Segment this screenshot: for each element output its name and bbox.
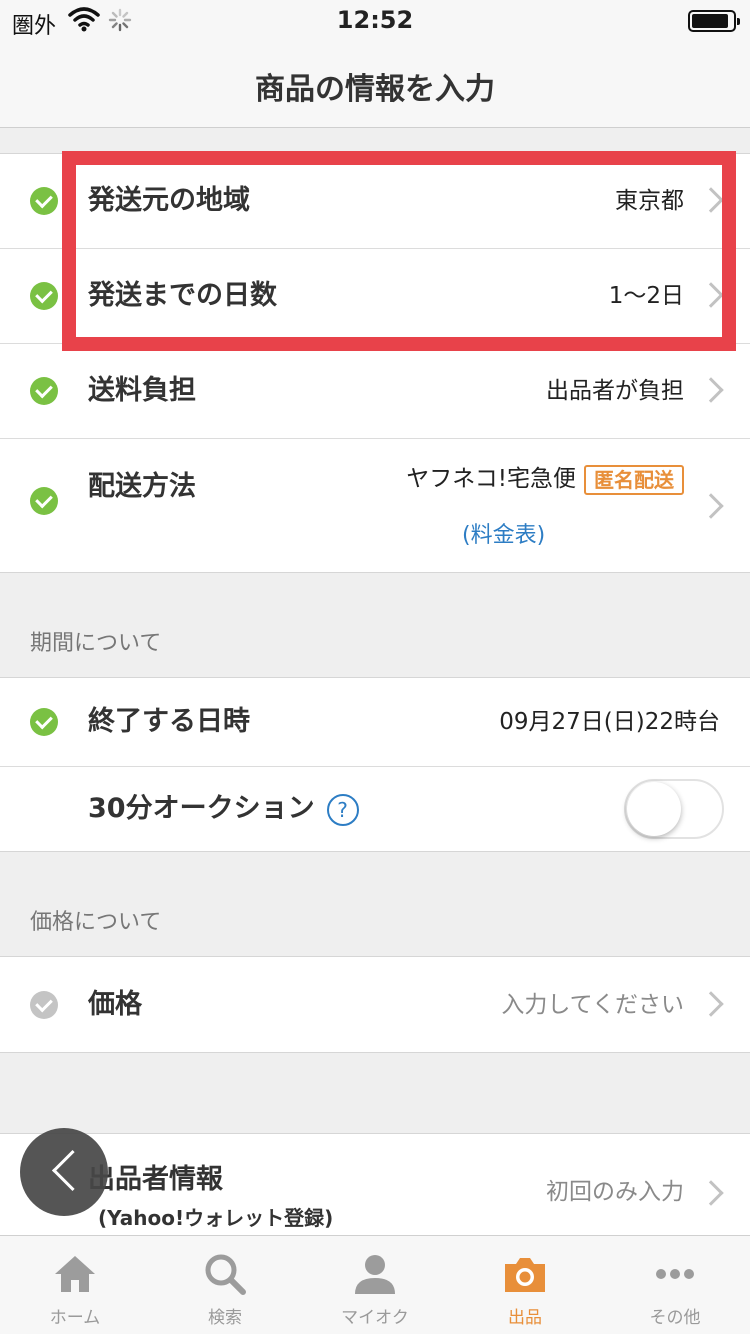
home-icon — [51, 1250, 99, 1298]
toggle-knob — [627, 782, 681, 836]
shipping-days-label: 発送までの日数 — [88, 280, 277, 311]
battery-icon — [688, 10, 740, 32]
check-icon — [30, 487, 58, 515]
status-time: 12:52 — [336, 6, 414, 34]
auction30-toggle[interactable] — [624, 779, 724, 839]
tab-label: ホーム — [49, 1308, 101, 1328]
chevron-right-icon — [698, 1180, 724, 1206]
shipping-method-value-group: ヤフネコ!宅急便 匿名配送 — [406, 463, 684, 495]
chevron-right-icon — [698, 187, 724, 213]
shipping-origin-value: 東京都 — [615, 188, 684, 214]
page-title: 商品の情報を入力 — [255, 72, 495, 107]
check-icon — [30, 990, 58, 1019]
chevron-right-icon — [698, 377, 724, 403]
status-bar: 圏外 12:52 — [0, 0, 750, 40]
shipping-origin-label: 発送元の地域 — [88, 185, 250, 216]
price-placeholder: 入力してください — [501, 991, 684, 1018]
end-time-value: 09月27日(日)22時台 — [499, 709, 720, 735]
person-icon — [351, 1250, 399, 1298]
tab-sell[interactable]: 出品 — [450, 1236, 600, 1334]
help-icon[interactable]: ? — [326, 793, 359, 826]
check-icon — [30, 282, 58, 310]
tab-label: その他 — [649, 1308, 701, 1328]
nav-bar: 商品の情報を入力 — [0, 40, 750, 128]
seller-info-row[interactable]: 出品者情報 (Yahoo!ウォレット登録) 初回のみ入力 — [0, 1134, 750, 1235]
chevron-right-icon — [698, 282, 724, 308]
price-row[interactable]: 価格 入力してください — [0, 957, 750, 1052]
back-button[interactable] — [20, 1128, 108, 1216]
price-group: 価格 入力してください — [0, 956, 750, 1053]
shipping-method-value: ヤフネコ!宅急便 — [406, 466, 576, 492]
rate-table-link[interactable]: (料金表) — [462, 517, 545, 549]
search-icon — [201, 1250, 249, 1298]
shipping-group: 発送元の地域 東京都 発送までの日数 1〜2日 送料負担 出品者が負担 配送方法… — [0, 153, 750, 573]
period-section-header: 期間について — [0, 573, 750, 677]
tab-search[interactable]: 検索 — [150, 1236, 300, 1334]
shipping-days-value: 1〜2日 — [608, 283, 684, 309]
auction30-label-group: 30分オークション? — [88, 791, 359, 827]
end-time-row[interactable]: 終了する日時 09月27日(日)22時台 — [0, 678, 750, 767]
chevron-right-icon — [698, 990, 724, 1017]
shipping-fee-value: 出品者が負担 — [546, 378, 684, 404]
seller-group: 出品者情報 (Yahoo!ウォレット登録) 初回のみ入力 — [0, 1133, 750, 1235]
tab-home[interactable]: ホーム — [0, 1236, 150, 1334]
shipping-days-row[interactable]: 発送までの日数 1〜2日 — [0, 249, 750, 344]
auction30-label: 30分オークション — [88, 793, 315, 824]
tab-label: 検索 — [208, 1308, 242, 1328]
check-icon — [30, 187, 58, 215]
tab-myauc[interactable]: マイオク — [300, 1236, 450, 1334]
anonymous-shipping-badge: 匿名配送 — [584, 464, 684, 495]
camera-icon — [501, 1250, 549, 1298]
check-icon — [30, 708, 58, 736]
shipping-method-row[interactable]: 配送方法 ヤフネコ!宅急便 匿名配送 (料金表) — [0, 439, 750, 572]
more-icon — [651, 1250, 699, 1298]
price-section-header: 価格について — [0, 852, 750, 956]
seller-info-value: 初回のみ入力 — [546, 1179, 684, 1205]
check-icon — [30, 377, 58, 405]
form-scroll-area[interactable]: 発送元の地域 東京都 発送までの日数 1〜2日 送料負担 出品者が負担 配送方法… — [0, 129, 750, 1235]
auction30-row: 30分オークション? — [0, 767, 750, 851]
period-section-title: 期間について — [30, 631, 162, 656]
shipping-method-label: 配送方法 — [88, 471, 196, 502]
shipping-fee-row[interactable]: 送料負担 出品者が負担 — [0, 344, 750, 439]
tab-more[interactable]: その他 — [600, 1236, 750, 1334]
tab-label: 出品 — [508, 1308, 542, 1328]
tab-label: マイオク — [341, 1308, 409, 1328]
shipping-fee-label: 送料負担 — [88, 375, 196, 406]
seller-info-label: 出品者情報 — [88, 1164, 223, 1195]
price-label: 価格 — [88, 988, 142, 1020]
price-section-title: 価格について — [30, 910, 162, 935]
end-time-label: 終了する日時 — [88, 706, 250, 737]
seller-info-sublabel: (Yahoo!ウォレット登録) — [98, 1206, 334, 1230]
tab-bar: ホーム 検索 マイオク 出品 その他 — [0, 1235, 750, 1334]
shipping-origin-row[interactable]: 発送元の地域 東京都 — [0, 154, 750, 249]
period-group: 終了する日時 09月27日(日)22時台 30分オークション? — [0, 677, 750, 852]
chevron-right-icon — [698, 493, 724, 519]
